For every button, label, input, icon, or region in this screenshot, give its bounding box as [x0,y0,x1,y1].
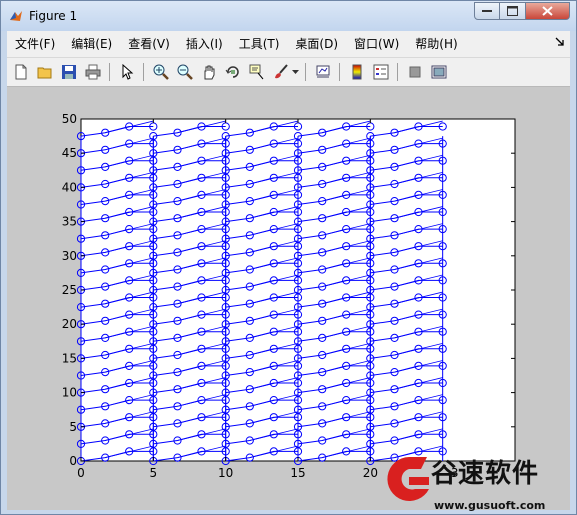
x-tick-label: 5 [150,466,158,480]
chevron-down-icon [291,70,299,74]
show-plot-tools-button[interactable] [429,62,449,82]
rotate-3d-button[interactable] [223,62,243,82]
brush-icon [275,64,288,79]
hide-plot-tools-button[interactable] [405,62,425,82]
zoom-in-button[interactable] [151,62,171,82]
y-tick-label: 25 [62,283,77,297]
brush-button[interactable] [271,62,291,82]
y-tick-label: 40 [62,180,77,194]
print-icon [85,64,101,80]
menu-view[interactable]: 查看(V) [120,33,178,55]
open-file-icon [37,67,52,79]
data-cursor-icon [249,64,264,80]
y-tick-label: 10 [62,386,77,400]
pointer-icon [122,64,134,80]
figure-window: Figure 1 文件(F) 编辑(E) 查看(V) 插入(I) 工具(T) 桌… [0,0,577,515]
link-plot-icon [316,65,330,78]
menu-file[interactable]: 文件(F) [7,33,63,55]
watermark-brand: 谷速软件 [431,459,540,489]
toolbar-separator [339,63,340,81]
watermark: 谷速软件 www.gusuoft.com [379,451,574,512]
maximize-button[interactable] [500,2,526,20]
menu-window[interactable]: 窗口(W) [346,33,407,55]
toolbar-separator [143,63,144,81]
menu-bar: 文件(F) 编辑(E) 查看(V) 插入(I) 工具(T) 桌面(D) 窗口(W… [7,31,570,57]
print-button[interactable] [83,62,103,82]
new-figure-icon [15,64,27,80]
save-button[interactable] [59,62,79,82]
toolbar-separator [397,63,398,81]
title-bar[interactable]: Figure 1 [1,1,576,31]
zoom-in-icon [153,64,169,80]
y-tick-label: 20 [62,317,77,331]
y-tick-label: 50 [62,112,77,126]
minimize-button[interactable] [474,2,500,20]
colorbar-button[interactable] [347,62,367,82]
pan-icon [204,65,215,80]
y-tick-label: 15 [62,351,77,365]
rotate-3d-icon [225,66,239,78]
data-cursor-button[interactable] [247,62,267,82]
legend-button[interactable] [371,62,391,82]
y-tick-label: 30 [62,249,77,263]
close-icon [542,6,553,16]
menu-help[interactable]: 帮助(H) [407,33,465,55]
y-tick-label: 5 [69,420,77,434]
minimize-icon [482,10,492,12]
window-controls [474,2,570,22]
x-tick-label: 0 [77,466,85,480]
zoom-out-icon [177,64,193,80]
save-icon [62,65,76,79]
show-plot-tools-icon [431,65,447,79]
menu-insert[interactable]: 插入(I) [178,33,231,55]
y-tick-label: 0 [69,454,77,468]
watermark-logo [387,457,429,501]
legend-icon [373,64,389,80]
pointer-button[interactable] [117,62,137,82]
figure-canvas: 0 5 10 15 20 25 30 35 40 45 50 0 5 10 15 20 3 [7,87,570,510]
pan-button[interactable] [199,62,219,82]
menu-desktop[interactable]: 桌面(D) [287,33,346,55]
toolbar-separator [305,63,306,81]
close-button[interactable] [526,2,570,20]
client-area: 文件(F) 编辑(E) 查看(V) 插入(I) 工具(T) 桌面(D) 窗口(W… [7,31,570,510]
toolbar-separator [109,63,110,81]
y-tick-label: 35 [62,215,77,229]
new-figure-button[interactable] [11,62,31,82]
y-tick-label: 45 [62,146,77,160]
link-plot-button[interactable] [313,62,333,82]
x-tick-label: 15 [290,466,305,480]
colorbar-icon [352,64,362,80]
watermark-url: www.gusuoft.com [434,499,546,512]
maximize-icon [507,6,518,16]
hide-plot-tools-icon [409,66,421,78]
menu-edit[interactable]: 编辑(E) [63,33,120,55]
figure-toolbar [7,57,570,87]
window-title: Figure 1 [29,9,78,23]
brush-dropdown-button[interactable] [291,62,299,82]
x-tick-label: 10 [218,466,233,480]
dock-arrow-icon[interactable] [555,37,564,46]
matlab-logo-icon [10,11,22,21]
plot-svg[interactable]: 051015202530354045500 5 10 15 20 3 [7,87,570,510]
menu-tools[interactable]: 工具(T) [231,33,288,55]
x-tick-label: 20 [363,466,378,480]
zoom-out-button[interactable] [175,62,195,82]
open-file-button[interactable] [35,62,55,82]
